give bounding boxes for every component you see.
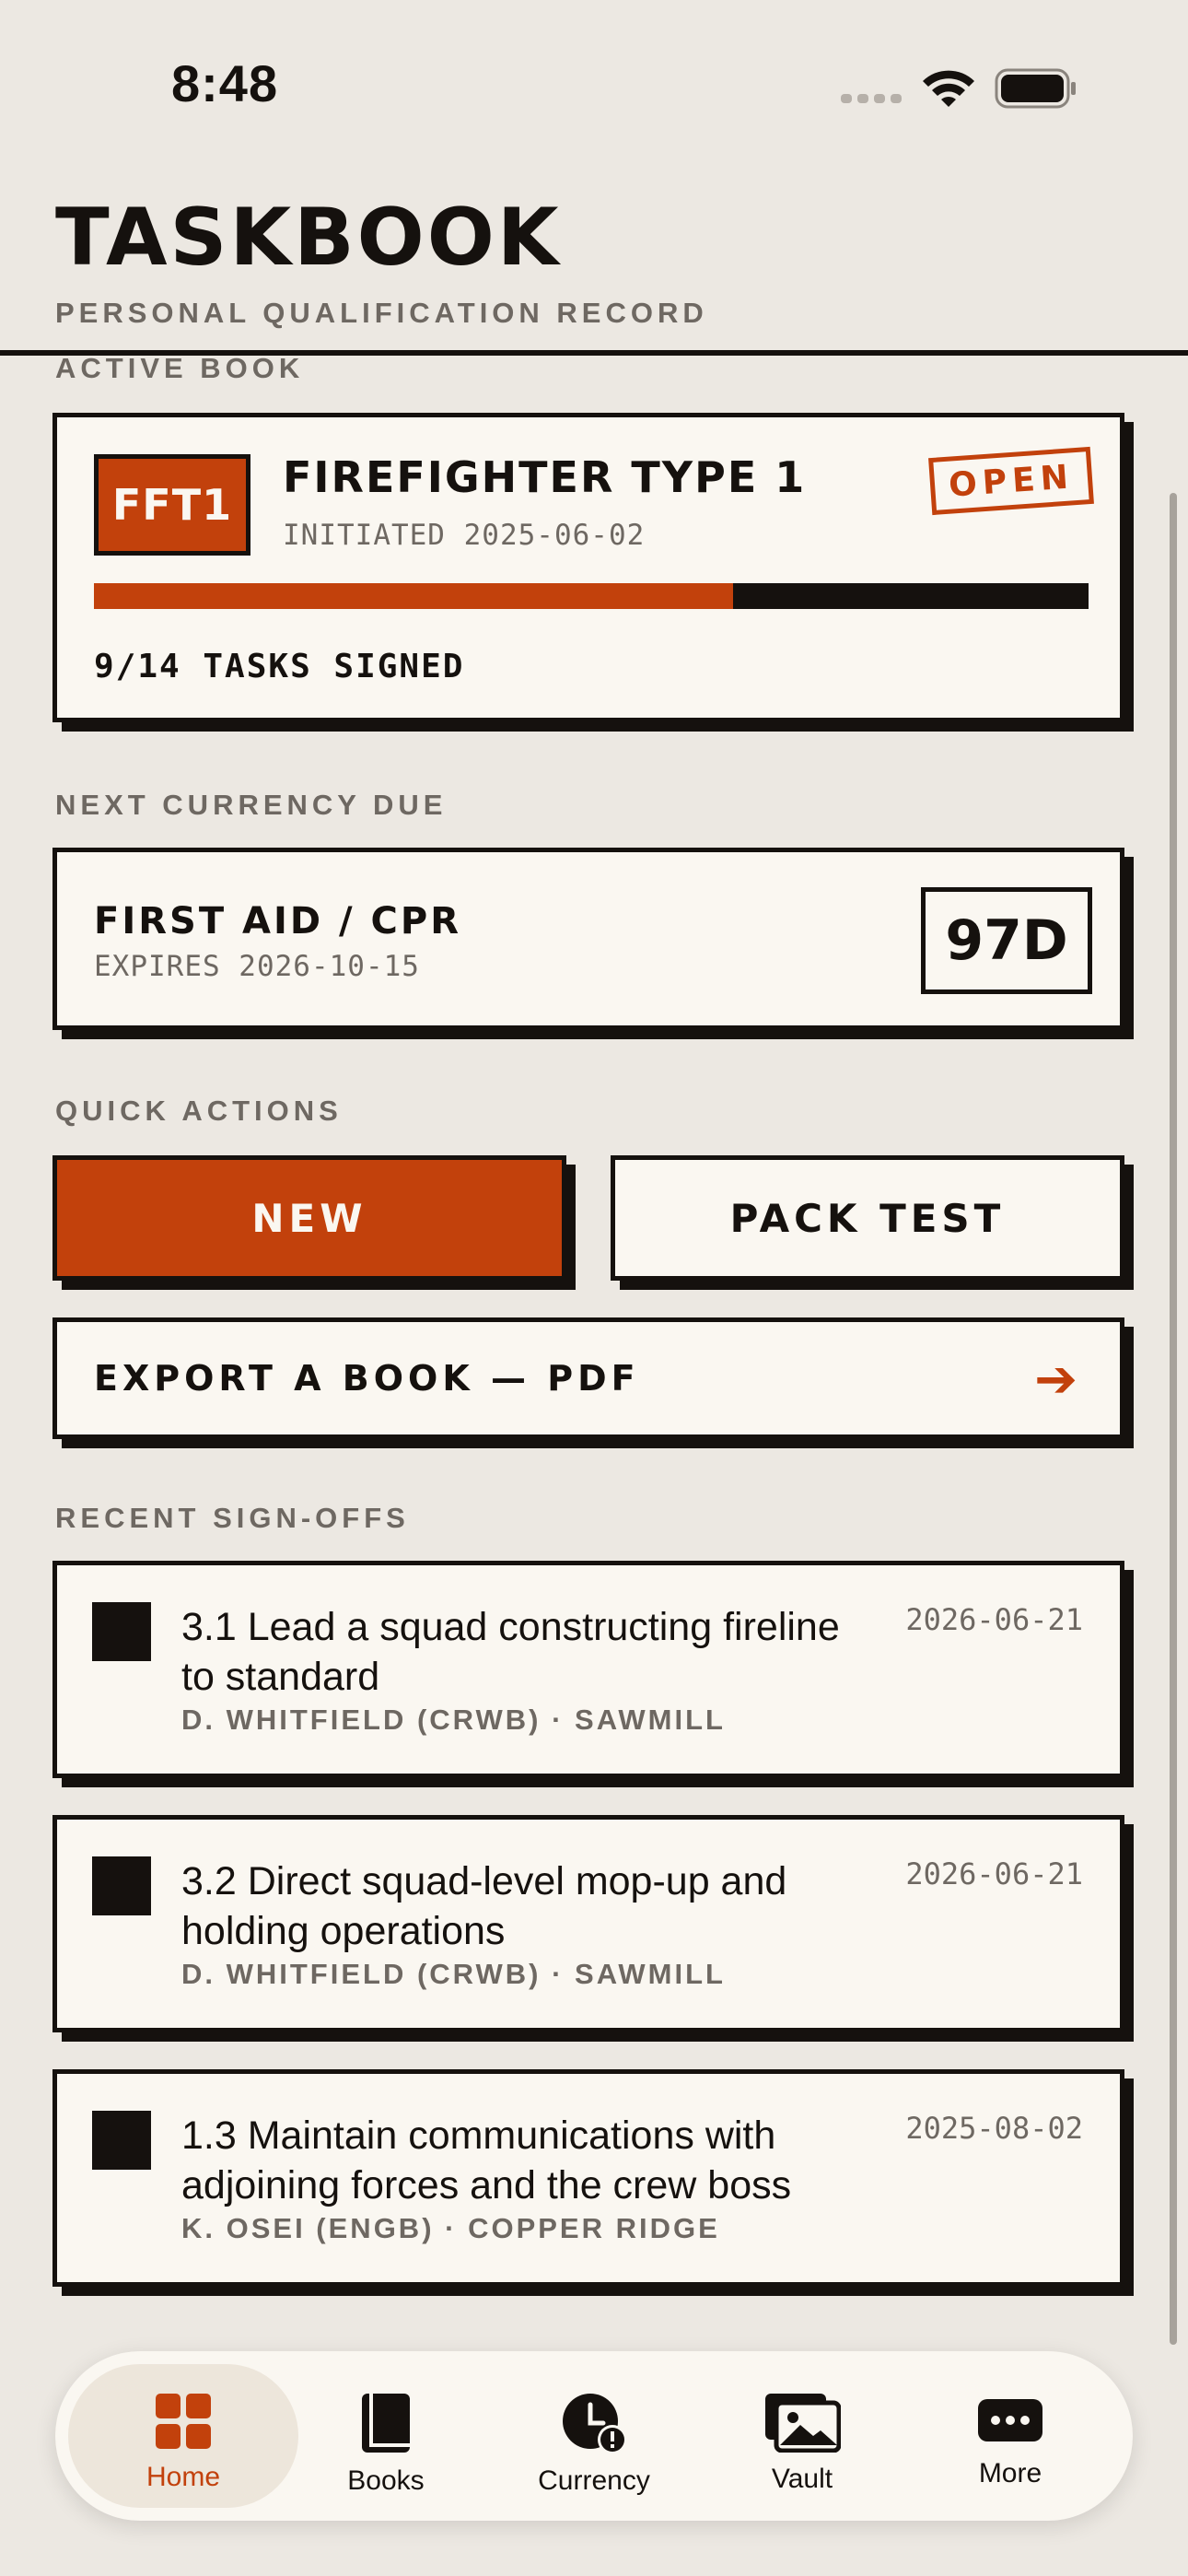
wifi-icon: [923, 70, 974, 107]
export-pdf-button[interactable]: EXPORT A BOOK — PDF ➔: [52, 1317, 1124, 1439]
book-code-badge: FFT1: [94, 454, 250, 556]
app-subtitle: PERSONAL QUALIFICATION RECORD: [55, 297, 708, 329]
book-initiated-date: INITIATED 2025-06-02: [283, 519, 646, 552]
signoff-checkbox-icon: [92, 1856, 151, 1915]
clock-alert-icon: [563, 2394, 627, 2454]
status-stamp: OPEN: [928, 446, 1094, 516]
book-progress-bar: [94, 583, 1089, 609]
scrollbar[interactable]: [1170, 493, 1177, 2345]
tab-currency-label: Currency: [538, 2465, 650, 2496]
currency-expiry-date: EXPIRES 2026-10-15: [94, 950, 420, 983]
signoff-date: 2025-08-02: [905, 2111, 1083, 2146]
status-bar: 8:48: [0, 0, 1188, 175]
signoff-title: 3.2 Direct squad-level mop-up and holdin…: [181, 1859, 787, 1953]
signoff-item[interactable]: 1.3 Maintain communications with adjoini…: [52, 2069, 1124, 2287]
export-pdf-label: EXPORT A BOOK — PDF: [94, 1358, 640, 1399]
book-progress-fill: [94, 583, 734, 609]
new-button[interactable]: NEW: [52, 1155, 566, 1281]
app-title: TASKBOOK: [55, 192, 562, 284]
pack-test-button[interactable]: PACK TEST: [611, 1155, 1124, 1281]
signoff-date: 2026-06-21: [905, 1602, 1083, 1637]
signoff-evaluator: D. WHITFIELD (CRWB) · SAWMILL: [181, 1704, 726, 1736]
arrow-right-icon: ➔: [1034, 1350, 1077, 1410]
book-name: FIREFIGHTER TYPE 1: [283, 452, 807, 502]
tab-more[interactable]: More: [908, 2364, 1112, 2508]
signoff-title: 3.1 Lead a squad constructing fireline t…: [181, 1605, 840, 1699]
tasks-signed-count: 9/14 TASKS SIGNED: [94, 648, 465, 685]
signoff-title: 1.3 Maintain communications with adjoini…: [181, 2113, 792, 2207]
home-grid-icon: [156, 2394, 211, 2449]
tab-vault[interactable]: Vault: [700, 2364, 904, 2508]
signoff-evaluator: K. OSEI (ENGB) · COPPER RIDGE: [181, 2212, 720, 2244]
tab-more-label: More: [978, 2458, 1042, 2488]
active-book-card[interactable]: FFT1 FIREFIGHTER TYPE 1 INITIATED 2025-0…: [52, 413, 1124, 722]
tab-vault-label: Vault: [771, 2464, 833, 2494]
currency-name: FIRST AID / CPR: [94, 900, 462, 943]
tab-books-label: Books: [347, 2465, 425, 2496]
book-icon: [362, 2394, 410, 2453]
more-icon: [978, 2399, 1042, 2441]
days-remaining-badge: 97D: [921, 887, 1092, 994]
signoff-checkbox-icon: [92, 1602, 151, 1661]
tab-home[interactable]: Home: [68, 2364, 298, 2508]
section-label-quick-actions: QUICK ACTIONS: [55, 1095, 343, 1127]
signoff-checkbox-icon: [92, 2111, 151, 2170]
next-currency-card[interactable]: FIRST AID / CPR EXPIRES 2026-10-15 97D: [52, 848, 1124, 1030]
section-label-currency: NEXT CURRENCY DUE: [55, 789, 448, 821]
section-label-active-book: ACTIVE BOOK: [55, 352, 305, 384]
signoff-item[interactable]: 3.2 Direct squad-level mop-up and holdin…: [52, 1815, 1124, 2032]
battery-icon: [995, 68, 1076, 109]
tab-bar: Home Books Currency Vault More: [55, 2351, 1133, 2521]
signoff-item[interactable]: 3.1 Lead a squad constructing fireline t…: [52, 1561, 1124, 1778]
signoff-evaluator: D. WHITFIELD (CRWB) · SAWMILL: [181, 1958, 726, 1990]
photos-icon: [765, 2394, 841, 2453]
tab-books[interactable]: Books: [284, 2364, 488, 2508]
status-time: 8:48: [171, 54, 279, 112]
tab-home-label: Home: [146, 2462, 221, 2492]
signoff-date: 2026-06-21: [905, 1856, 1083, 1891]
tab-currency[interactable]: Currency: [492, 2364, 696, 2508]
cellular-signal-icon: [841, 94, 902, 103]
section-label-recent: RECENT SIGN-OFFS: [55, 1502, 410, 1534]
